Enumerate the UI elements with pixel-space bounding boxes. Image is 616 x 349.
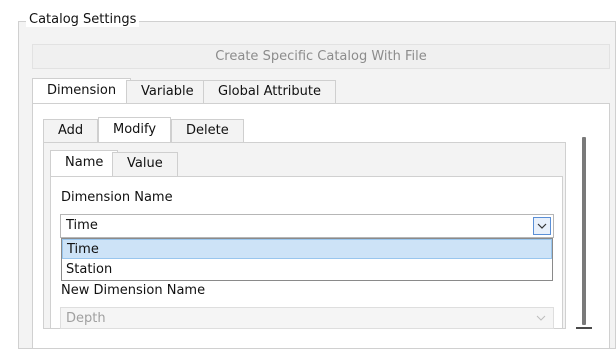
chevron-down-icon xyxy=(536,315,546,321)
tab-dimension[interactable]: Dimension xyxy=(32,78,132,104)
group-title: Catalog Settings xyxy=(26,12,140,27)
tab-value[interactable]: Value xyxy=(112,152,178,176)
tab-variable[interactable]: Variable xyxy=(126,80,209,104)
new-dimension-name-field[interactable]: Depth xyxy=(60,307,554,329)
scrollbar-end xyxy=(576,323,592,329)
tab-name[interactable]: Name xyxy=(50,150,119,176)
create-catalog-button[interactable]: Create Specific Catalog With File xyxy=(32,44,610,69)
dropdown-option-time[interactable]: Time xyxy=(62,239,552,259)
scrollbar[interactable] xyxy=(576,135,592,329)
new-dimension-name-value: Depth xyxy=(66,311,106,326)
tab-delete[interactable]: Delete xyxy=(171,119,244,143)
dimension-name-selected: Time xyxy=(66,218,98,233)
new-dimension-name-label: New Dimension Name xyxy=(61,283,206,298)
dimension-name-combobox[interactable]: Time xyxy=(60,214,554,238)
tab-add[interactable]: Add xyxy=(43,119,99,143)
scrollbar-thumb[interactable] xyxy=(582,137,586,325)
dimension-name-dropdown-list: Time Station xyxy=(61,238,553,281)
dropdown-option-station[interactable]: Station xyxy=(62,260,552,280)
chevron-down-icon xyxy=(537,223,547,229)
dimension-name-label: Dimension Name xyxy=(61,190,173,205)
tab-global-attribute[interactable]: Global Attribute xyxy=(203,80,337,104)
tab-modify[interactable]: Modify xyxy=(98,117,172,143)
dropdown-button[interactable] xyxy=(533,217,551,235)
